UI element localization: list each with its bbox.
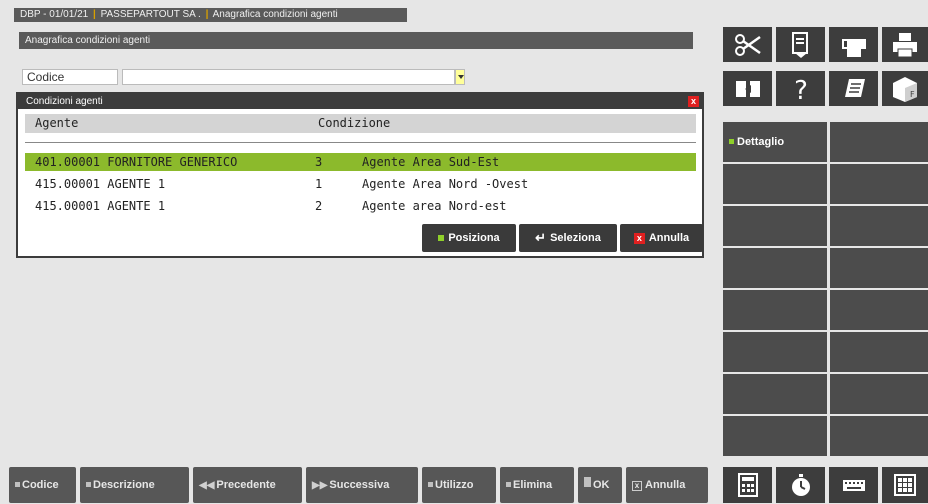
cell-number: 1 bbox=[315, 177, 323, 191]
function-slot[interactable] bbox=[723, 332, 827, 372]
function-slot[interactable] bbox=[830, 416, 928, 456]
annulla-bottom-button[interactable]: x Annulla bbox=[626, 467, 708, 503]
grid-divider bbox=[25, 142, 696, 143]
function-slot[interactable] bbox=[830, 374, 928, 414]
notes-icon[interactable] bbox=[829, 71, 878, 106]
dialog-title: Condizioni agenti bbox=[18, 94, 702, 109]
breadcrumb-company: PASSEPARTOUT SA . bbox=[100, 9, 201, 20]
stopwatch-icon[interactable] bbox=[776, 467, 825, 503]
function-slot[interactable] bbox=[723, 248, 827, 288]
svg-text:F: F bbox=[910, 90, 915, 99]
cell-number: 2 bbox=[315, 199, 323, 213]
seleziona-label: Seleziona bbox=[550, 232, 601, 244]
column-header-condizione[interactable]: Condizione bbox=[318, 114, 390, 133]
green-square-icon bbox=[438, 235, 445, 241]
function-slot[interactable] bbox=[723, 374, 827, 414]
help-icon[interactable]: ? bbox=[776, 71, 825, 106]
enter-icon: ↵ bbox=[535, 230, 547, 245]
cell-condizione: Agente Area Sud-Est bbox=[362, 155, 500, 169]
posiziona-button[interactable]: Posiziona bbox=[422, 224, 516, 252]
precedente-button[interactable]: ◀◀ Precedente bbox=[193, 467, 302, 503]
codice-button-label: Codice bbox=[22, 479, 59, 491]
square-icon bbox=[584, 477, 591, 487]
elimina-label: Elimina bbox=[513, 479, 553, 491]
dialog-title-text: Condizioni agenti bbox=[26, 96, 103, 107]
title-bar: DBP - 01/01/21 | PASSEPARTOUT SA . | Ana… bbox=[0, 0, 928, 24]
function-slot[interactable] bbox=[830, 206, 928, 246]
grid-menu-icon[interactable] bbox=[882, 467, 928, 503]
square-icon bbox=[86, 482, 91, 487]
cell-agente: 401.00001 FORNITORE GENERICO bbox=[35, 155, 238, 169]
posiziona-label: Posiziona bbox=[448, 232, 500, 244]
previous-icon: ◀◀ bbox=[199, 480, 215, 491]
keyboard-icon[interactable] bbox=[829, 467, 878, 503]
function-slot[interactable] bbox=[830, 248, 928, 288]
function-slot[interactable] bbox=[830, 332, 928, 372]
scissors-icon[interactable] bbox=[723, 27, 772, 62]
table-row[interactable]: 415.00001 AGENTE 1 2 Agente area Nord-es… bbox=[25, 197, 696, 215]
codice-dropdown-button[interactable] bbox=[455, 69, 465, 85]
elimina-button[interactable]: Elimina bbox=[500, 467, 574, 503]
ok-label: OK bbox=[593, 479, 610, 491]
column-header-agente[interactable]: Agente bbox=[35, 114, 78, 133]
successiva-label: Successiva bbox=[329, 479, 390, 491]
green-square-icon bbox=[729, 139, 734, 144]
descrizione-button[interactable]: Descrizione bbox=[80, 467, 189, 503]
precedente-label: Precedente bbox=[216, 479, 276, 491]
calculator-icon[interactable] bbox=[723, 467, 772, 503]
annulla-label: Annulla bbox=[648, 232, 690, 244]
eraser-icon[interactable] bbox=[829, 27, 878, 62]
codice-button[interactable]: Codice bbox=[9, 467, 76, 503]
square-icon bbox=[428, 482, 433, 487]
grid-header: Agente Condizione bbox=[25, 114, 696, 133]
cell-condizione: Agente area Nord-est bbox=[362, 199, 507, 213]
function-slot[interactable] bbox=[830, 290, 928, 330]
function-slot[interactable] bbox=[723, 416, 827, 456]
svg-text:?: ? bbox=[794, 76, 808, 103]
breadcrumb-separator: | bbox=[205, 9, 209, 20]
cell-agente: 415.00001 AGENTE 1 bbox=[35, 199, 166, 213]
breadcrumb-db: DBP - 01/01/21 bbox=[20, 9, 89, 20]
close-icon: x bbox=[632, 481, 642, 491]
export-icon[interactable] bbox=[723, 71, 772, 106]
utilizzo-label: Utilizzo bbox=[435, 479, 474, 491]
close-icon[interactable]: x bbox=[688, 96, 699, 107]
function-slot[interactable] bbox=[723, 290, 827, 330]
close-icon: x bbox=[633, 232, 645, 244]
square-icon bbox=[506, 482, 511, 487]
print-icon[interactable] bbox=[882, 27, 928, 62]
function-slot[interactable] bbox=[723, 164, 827, 204]
seleziona-button[interactable]: ↵ Seleziona bbox=[519, 224, 617, 252]
codice-input[interactable] bbox=[122, 69, 455, 85]
descrizione-label: Descrizione bbox=[93, 479, 155, 491]
codice-label: Codice bbox=[22, 69, 118, 85]
paste-icon[interactable] bbox=[776, 27, 825, 62]
cell-condizione: Agente Area Nord -Ovest bbox=[362, 177, 529, 191]
next-icon: ▶▶ bbox=[312, 480, 328, 491]
successiva-button[interactable]: ▶▶ Successiva bbox=[306, 467, 418, 503]
breadcrumb-module: Anagrafica condizioni agenti bbox=[212, 9, 338, 20]
dettaglio-button[interactable]: Dettaglio bbox=[723, 122, 827, 162]
dettaglio-label: Dettaglio bbox=[737, 136, 785, 148]
annulla-button[interactable]: x Annulla bbox=[620, 224, 703, 252]
annulla-bottom-label: Annulla bbox=[645, 479, 686, 491]
breadcrumb: DBP - 01/01/21 | PASSEPARTOUT SA . | Ana… bbox=[14, 8, 407, 22]
ok-button[interactable]: OK bbox=[578, 467, 622, 503]
function-slot[interactable] bbox=[723, 206, 827, 246]
cell-number: 3 bbox=[315, 155, 323, 169]
dice-icon[interactable]: F bbox=[882, 71, 928, 106]
cell-agente: 415.00001 AGENTE 1 bbox=[35, 177, 166, 191]
function-slot[interactable] bbox=[830, 164, 928, 204]
function-slot[interactable] bbox=[830, 122, 928, 162]
square-icon bbox=[15, 482, 20, 487]
condizioni-agenti-dialog: Condizioni agenti x Agente Condizione 40… bbox=[16, 92, 704, 258]
table-row[interactable]: 401.00001 FORNITORE GENERICO 3 Agente Ar… bbox=[25, 153, 696, 171]
table-row[interactable]: 415.00001 AGENTE 1 1 Agente Area Nord -O… bbox=[25, 175, 696, 193]
utilizzo-button[interactable]: Utilizzo bbox=[422, 467, 496, 503]
breadcrumb-separator: | bbox=[92, 9, 96, 20]
page-title: Anagrafica condizioni agenti bbox=[19, 32, 693, 49]
